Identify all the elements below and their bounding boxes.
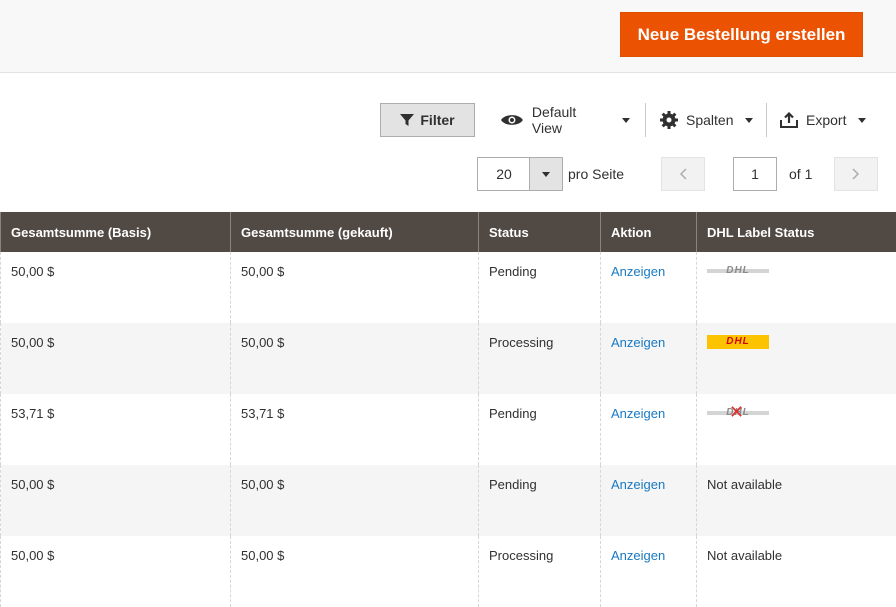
dhl-logo-color-icon[interactable]: DHL xyxy=(707,335,769,349)
create-order-button[interactable]: Neue Bestellung erstellen xyxy=(620,12,863,57)
cell-status: Processing xyxy=(479,323,601,394)
cell-status: Processing xyxy=(479,536,601,607)
prev-page-button[interactable] xyxy=(661,157,705,191)
cell-purchased-total: 50,00 $ xyxy=(231,536,479,607)
cell-status: Pending xyxy=(479,394,601,465)
per-page-value: 20 xyxy=(478,166,530,182)
view-order-link[interactable]: Anzeigen xyxy=(611,477,665,492)
chevron-down-icon xyxy=(542,172,550,177)
chevron-right-icon xyxy=(852,168,860,180)
view-order-link[interactable]: Anzeigen xyxy=(611,406,665,421)
cell-dhl-status: DHL xyxy=(697,252,896,323)
view-switcher[interactable]: Default View xyxy=(500,103,630,137)
cell-base-total: 53,71 $ xyxy=(1,394,231,465)
cell-base-total: 50,00 $ xyxy=(1,323,231,394)
per-page-label: pro Seite xyxy=(568,166,624,182)
export-label: Export xyxy=(806,112,846,128)
cell-dhl-status: DHL✕ xyxy=(697,394,896,465)
toolbar-divider xyxy=(645,103,646,137)
orders-table: Gesamtsumme (Basis) Gesamtsumme (gekauft… xyxy=(0,212,896,607)
table-row: 53,71 $ 53,71 $ Pending Anzeigen DHL✕ xyxy=(1,394,896,465)
cell-action: Anzeigen xyxy=(601,465,697,536)
column-header-base-total[interactable]: Gesamtsumme (Basis) xyxy=(1,212,231,252)
view-order-link[interactable]: Anzeigen xyxy=(611,548,665,563)
view-order-link[interactable]: Anzeigen xyxy=(611,264,665,279)
column-header-dhl-label-status[interactable]: DHL Label Status xyxy=(697,212,896,252)
table-row: 50,00 $ 50,00 $ Pending Anzeigen DHL xyxy=(1,252,896,323)
cell-action: Anzeigen xyxy=(601,394,697,465)
chevron-down-icon xyxy=(858,118,866,123)
gear-icon xyxy=(660,111,678,129)
chevron-down-icon xyxy=(745,118,753,123)
cell-dhl-status: DHL xyxy=(697,323,896,394)
cell-base-total: 50,00 $ xyxy=(1,465,231,536)
table-header-row: Gesamtsumme (Basis) Gesamtsumme (gekauft… xyxy=(1,212,896,252)
column-header-status[interactable]: Status xyxy=(479,212,601,252)
next-page-button[interactable] xyxy=(834,157,878,191)
cell-base-total: 50,00 $ xyxy=(1,252,231,323)
dhl-logo-grey-icon: DHL xyxy=(707,264,769,278)
cell-dhl-status: Not available xyxy=(697,536,896,607)
cell-purchased-total: 50,00 $ xyxy=(231,252,479,323)
filter-label: Filter xyxy=(420,112,454,128)
cell-status: Pending xyxy=(479,465,601,536)
cell-purchased-total: 50,00 $ xyxy=(231,323,479,394)
columns-button[interactable]: Spalten xyxy=(660,103,755,137)
dhl-logo-error-icon: DHL✕ xyxy=(707,406,769,420)
page-total: of 1 xyxy=(789,166,812,182)
cell-action: Anzeigen xyxy=(601,323,697,394)
page-number-input[interactable]: 1 xyxy=(733,157,777,191)
table-row: 50,00 $ 50,00 $ Processing Anzeigen DHL xyxy=(1,323,896,394)
table-row: 50,00 $ 50,00 $ Pending Anzeigen Not ava… xyxy=(1,465,896,536)
toolbar-divider xyxy=(766,103,767,137)
funnel-icon xyxy=(400,113,414,127)
cell-purchased-total: 53,71 $ xyxy=(231,394,479,465)
cell-status: Pending xyxy=(479,252,601,323)
chevron-left-icon xyxy=(679,168,687,180)
cell-purchased-total: 50,00 $ xyxy=(231,465,479,536)
per-page-select[interactable]: 20 xyxy=(477,157,563,191)
cell-action: Anzeigen xyxy=(601,536,697,607)
export-button[interactable]: Export xyxy=(780,103,870,137)
cell-dhl-status: Not available xyxy=(697,465,896,536)
cell-action: Anzeigen xyxy=(601,252,697,323)
view-label: Default View xyxy=(532,104,610,136)
filter-button[interactable]: Filter xyxy=(380,103,475,137)
view-order-link[interactable]: Anzeigen xyxy=(611,335,665,350)
page-header: Neue Bestellung erstellen xyxy=(0,0,896,73)
cell-base-total: 50,00 $ xyxy=(1,536,231,607)
per-page-dropdown-button[interactable] xyxy=(529,158,562,190)
chevron-down-icon xyxy=(622,118,630,123)
eye-icon xyxy=(500,113,524,127)
export-icon xyxy=(780,112,798,128)
column-header-purchased-total[interactable]: Gesamtsumme (gekauft) xyxy=(231,212,479,252)
pager: 20 pro Seite 1 of 1 xyxy=(0,157,896,191)
columns-label: Spalten xyxy=(686,112,733,128)
table-row: 50,00 $ 50,00 $ Processing Anzeigen Not … xyxy=(1,536,896,607)
column-header-action: Aktion xyxy=(601,212,697,252)
